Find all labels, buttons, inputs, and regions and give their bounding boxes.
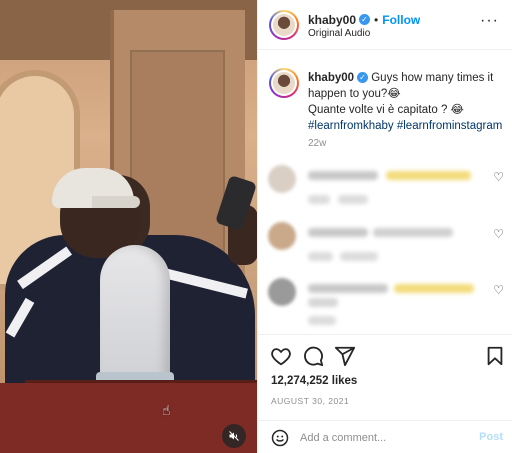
caption-timestamp: 22w [308, 138, 327, 149]
author-avatar[interactable] [269, 10, 299, 40]
verified-badge-icon: ✓ [357, 72, 369, 84]
post-action-bar [258, 334, 512, 374]
post-details-panel: khaby00 ✓ • Follow Original Audio ··· khaby… [257, 0, 512, 453]
speaker-muted-icon [229, 431, 239, 441]
caption-avatar[interactable] [269, 68, 299, 98]
comment-row: ♡ [268, 165, 508, 205]
blurred-comment-meta [340, 252, 378, 261]
audio-label[interactable]: Original Audio [308, 28, 370, 39]
post-header: khaby00 ✓ • Follow Original Audio ··· [258, 0, 512, 50]
caption-hashtags[interactable]: #learnfromkhaby #learnfrominstagram [308, 120, 502, 132]
post-date: AUGUST 30, 2021 [271, 396, 350, 406]
comment-row: ♡ [268, 222, 508, 262]
post-comment-button[interactable]: Post [479, 431, 503, 443]
commenter-avatar [268, 278, 296, 306]
share-send-icon[interactable] [334, 345, 356, 367]
commenter-avatar [268, 222, 296, 250]
hand-cursor-icon: ☝ [162, 402, 171, 418]
mute-toggle-button[interactable] [222, 424, 246, 448]
clothes-iron [100, 245, 170, 385]
caption-username[interactable]: khaby00 [308, 72, 354, 84]
blurred-comment-meta [308, 195, 330, 204]
verified-badge-icon: ✓ [359, 14, 371, 26]
author-username[interactable]: khaby00 [308, 13, 356, 27]
blurred-comment-text [308, 298, 338, 307]
blurred-comment-text [373, 228, 453, 237]
blurred-comment-username [308, 284, 388, 293]
person-cap-brim [92, 196, 140, 208]
emoji-smiley-icon[interactable] [271, 429, 289, 447]
post-video[interactable]: ☝ [0, 0, 257, 453]
blurred-comment-meta [308, 316, 336, 325]
post-caption: khaby00 ✓ Guys how many times it happen t… [308, 70, 508, 134]
save-bookmark-icon[interactable] [484, 345, 506, 367]
comment-input[interactable] [300, 429, 460, 447]
comment-like-heart-icon[interactable]: ♡ [493, 227, 504, 241]
blurred-comment-text [386, 171, 471, 180]
follow-button[interactable]: Follow [382, 13, 420, 27]
more-options-icon[interactable]: ··· [480, 12, 499, 30]
blurred-comment-meta [308, 252, 333, 261]
blurred-comment-username [308, 171, 378, 180]
blurred-comment-meta [338, 195, 368, 204]
comment-like-heart-icon[interactable]: ♡ [493, 170, 504, 184]
blurred-comment-username [308, 228, 368, 237]
comment-like-heart-icon[interactable]: ♡ [493, 283, 504, 297]
table-surface [0, 383, 257, 453]
comment-row: ♡ [268, 278, 508, 325]
caption-text-italian: Quante volte vi è capitato ? 😂 [308, 104, 464, 116]
likes-count[interactable]: 12,274,252 likes [271, 375, 357, 387]
commenter-avatar [268, 165, 296, 193]
separator-dot: • [374, 13, 379, 27]
like-heart-icon[interactable] [270, 345, 292, 367]
blurred-comment-text [394, 284, 474, 293]
add-comment-bar: Post [258, 420, 512, 453]
comment-bubble-icon[interactable] [302, 345, 324, 367]
